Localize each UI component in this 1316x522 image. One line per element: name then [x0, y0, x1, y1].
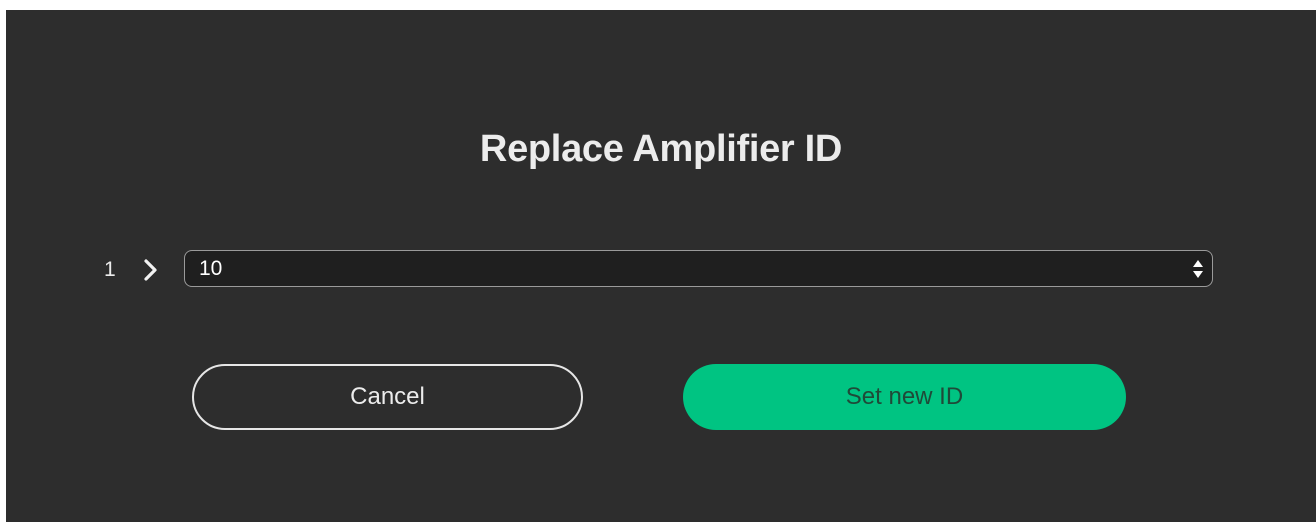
amplifier-id-select[interactable]: 10: [184, 250, 1213, 287]
cancel-button[interactable]: Cancel: [192, 364, 583, 430]
chevron-right-icon: [144, 259, 157, 281]
up-down-stepper-icon[interactable]: [1192, 258, 1204, 280]
replace-id-dialog: Replace Amplifier ID 1 10 Cancel Set new…: [6, 10, 1316, 522]
amplifier-id-value: 10: [199, 257, 223, 280]
set-new-id-button[interactable]: Set new ID: [683, 364, 1126, 430]
amplifier-index-label: 1: [104, 258, 116, 281]
dialog-title: Replace Amplifier ID: [479, 128, 843, 170]
